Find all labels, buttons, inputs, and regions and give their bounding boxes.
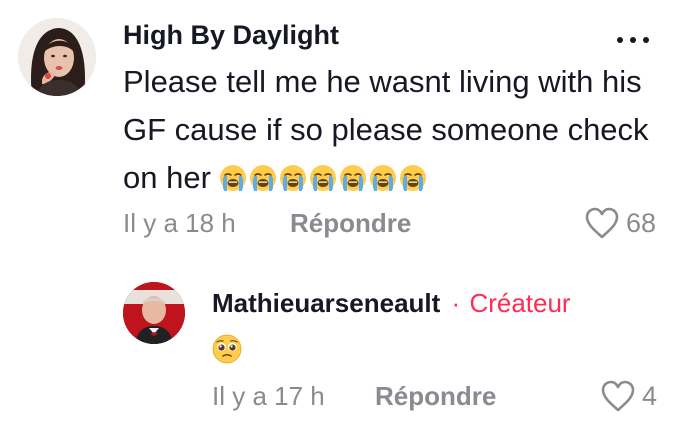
- heart-icon: [584, 206, 620, 240]
- loudly-crying-face-icon: [279, 158, 307, 206]
- timestamp: Il y a 18 h: [123, 208, 236, 238]
- more-options-icon[interactable]: [617, 37, 649, 43]
- loudly-crying-face-icon: [399, 158, 427, 206]
- like-count: 68: [626, 207, 657, 238]
- loudly-crying-face-icon: [339, 158, 367, 206]
- comment-text: Please tell me he wasnt living with his …: [123, 58, 663, 206]
- loudly-crying-face-icon: [249, 158, 277, 206]
- username[interactable]: Mathieuarseneault · Créateur: [212, 288, 571, 319]
- like-button[interactable]: 68: [584, 206, 656, 240]
- username[interactable]: High By Daylight: [123, 20, 339, 51]
- emoji-group: [219, 158, 427, 206]
- creator-badge: Créateur: [469, 288, 571, 318]
- loudly-crying-face-icon: [369, 158, 397, 206]
- loudly-crying-face-icon: [219, 158, 247, 206]
- timestamp: Il y a 17 h: [212, 381, 325, 411]
- avatar[interactable]: [123, 282, 185, 344]
- like-button[interactable]: 4: [600, 379, 657, 413]
- separator: ·: [451, 288, 461, 318]
- like-count: 4: [642, 380, 658, 411]
- avatar[interactable]: [18, 18, 96, 96]
- pleading-face-icon: [212, 334, 242, 369]
- loudly-crying-face-icon: [309, 158, 337, 206]
- reply-username[interactable]: Mathieuarseneault: [212, 288, 440, 318]
- heart-icon: [600, 379, 636, 413]
- reply-button[interactable]: Répondre: [375, 381, 496, 412]
- reply-button[interactable]: Répondre: [290, 208, 411, 239]
